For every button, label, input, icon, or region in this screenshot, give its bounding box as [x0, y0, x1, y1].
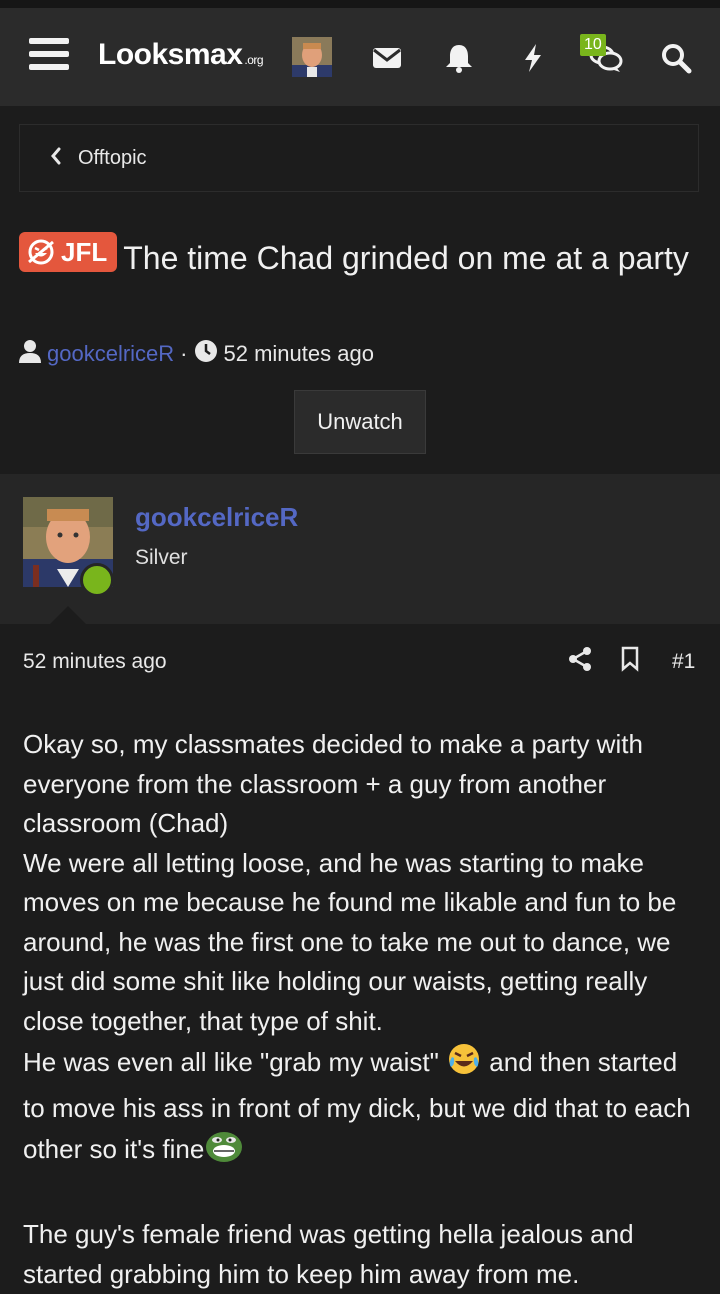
logo-text: Looksmax — [98, 38, 243, 71]
nav-avatar[interactable] — [292, 37, 332, 77]
user-icon — [19, 339, 41, 369]
post-paragraph: The guy's female friend was getting hell… — [23, 1219, 634, 1289]
bell-icon[interactable] — [443, 42, 475, 74]
prefix-laughing-icon — [28, 239, 54, 265]
thread-prefix-label: JFL — [61, 237, 108, 267]
thread-title-block: JFL The time Chad grinded on me at a par… — [19, 232, 699, 282]
search-icon[interactable] — [660, 42, 692, 74]
chevron-left-icon — [50, 147, 62, 170]
share-icon[interactable] — [568, 646, 592, 677]
unwatch-button[interactable]: Unwatch — [294, 390, 426, 454]
post-body: Okay so, my classmates decided to make a… — [23, 725, 703, 1294]
laughing-crying-emoji — [446, 1041, 482, 1089]
thread-author-link[interactable]: gookcelriceR — [47, 341, 174, 367]
status-strip — [0, 0, 720, 8]
post-number-link[interactable]: #1 — [672, 650, 695, 674]
breadcrumb[interactable]: Offtopic — [19, 124, 699, 192]
post-user-header: gookcelriceR Silver — [0, 474, 720, 624]
site-logo[interactable]: Looksmax .org — [98, 38, 264, 72]
logo-suffix: .org — [244, 53, 264, 67]
post-paragraph: He was even all like "grab my waist" and… — [23, 1041, 703, 1176]
post-username[interactable]: gookcelriceR — [135, 502, 298, 533]
online-status-indicator — [80, 563, 114, 597]
bolt-icon[interactable] — [517, 42, 549, 74]
post-time[interactable]: 52 minutes ago — [23, 650, 167, 674]
top-navbar: Looksmax .org 10 — [0, 8, 720, 106]
meta-separator: · — [180, 341, 188, 366]
bookmark-icon[interactable] — [620, 646, 640, 677]
post-arrow-pointer — [50, 606, 86, 624]
post-text: He was even all like "grab my waist" — [23, 1047, 447, 1077]
menu-icon[interactable] — [29, 38, 69, 74]
thread-start-time[interactable]: 52 minutes ago — [224, 341, 374, 367]
post-paragraph: We were all letting loose, and he was st… — [23, 847, 677, 1036]
clock-icon — [194, 339, 218, 369]
thread-title: The time Chad grinded on me at a party — [123, 240, 689, 276]
thread-meta: gookcelriceR · 52 minutes ago — [19, 338, 374, 370]
pepe-grin-emoji — [204, 1128, 244, 1176]
user-title: Silver — [135, 546, 188, 569]
envelope-icon[interactable] — [371, 42, 403, 74]
thread-prefix-badge[interactable]: JFL — [19, 232, 118, 272]
conversation-count-badge: 10 — [580, 34, 606, 56]
breadcrumb-label: Offtopic — [78, 146, 147, 169]
post-paragraph: Okay so, my classmates decided to make a… — [23, 729, 643, 838]
